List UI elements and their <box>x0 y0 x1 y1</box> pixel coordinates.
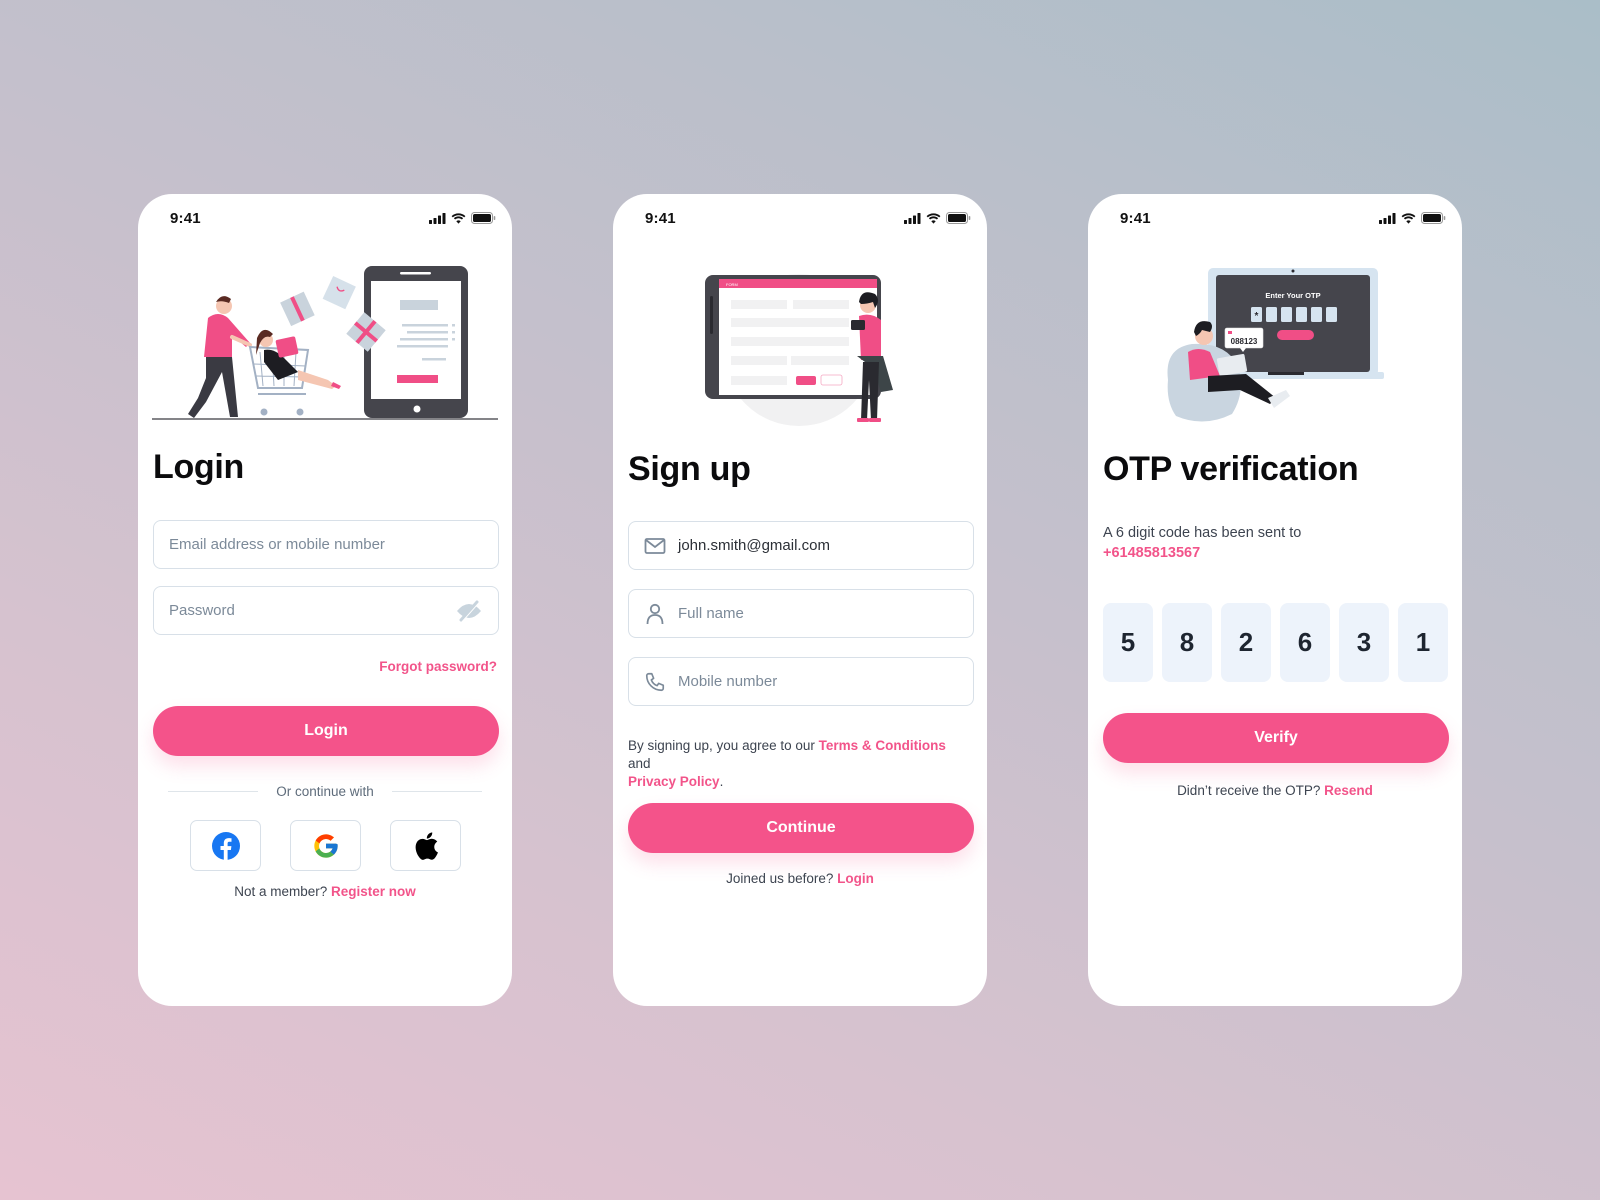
wifi-icon <box>1401 212 1416 224</box>
otp-screen: 9:41 Enter Your OTP * 088123 OTP verific… <box>1088 194 1462 1006</box>
otp-input-row: 5 8 2 6 3 1 <box>1103 603 1448 682</box>
email-input[interactable]: john.smith@gmail.com <box>628 521 974 570</box>
otp-message-text: A 6 digit code has been sent to <box>1103 525 1302 541</box>
form-tablet-illustration: FORM <box>613 260 987 430</box>
login-prompt-text: Joined us before? <box>726 871 834 886</box>
page-title: OTP verification <box>1103 450 1359 488</box>
otp-phone-number: +61485813567 <box>1103 545 1201 561</box>
register-prompt-text: Not a member? <box>234 884 328 899</box>
battery-icon <box>1421 212 1446 224</box>
status-bar: 9:41 <box>613 208 987 228</box>
divider-line <box>168 791 259 792</box>
battery-icon <box>946 212 971 224</box>
status-bar: 9:41 <box>1088 208 1462 228</box>
mail-icon <box>644 535 666 557</box>
status-bar: 9:41 <box>138 208 512 228</box>
phone-icon <box>644 671 666 693</box>
battery-icon <box>471 212 496 224</box>
wifi-icon <box>451 212 466 224</box>
login-button[interactable]: Login <box>153 706 499 756</box>
facebook-login-button[interactable] <box>190 820 261 871</box>
fullname-placeholder: Full name <box>678 605 744 622</box>
resend-link[interactable]: Resend <box>1324 783 1373 798</box>
social-divider: Or continue with <box>168 784 483 799</box>
terms-suffix: . <box>719 774 724 789</box>
google-icon <box>313 833 338 858</box>
forgot-password-link[interactable]: Forgot password? <box>379 659 497 674</box>
svg-text:*: * <box>1255 311 1259 322</box>
google-login-button[interactable] <box>290 820 361 871</box>
otp-message: A 6 digit code has been sent to +6148581… <box>1103 523 1447 563</box>
eye-off-icon[interactable] <box>455 600 483 622</box>
terms-and: and <box>628 756 651 771</box>
otp-digit-input[interactable]: 8 <box>1162 603 1212 682</box>
otp-digit-input[interactable]: 5 <box>1103 603 1153 682</box>
wifi-icon <box>926 212 941 224</box>
resend-prompt-text: Didn’t receive the OTP? <box>1177 783 1321 798</box>
mobile-input[interactable]: Mobile number <box>628 657 974 706</box>
status-time: 9:41 <box>645 209 676 227</box>
page-title: Login <box>153 448 245 486</box>
page-title: Sign up <box>628 450 751 488</box>
mobile-placeholder: Mobile number <box>678 673 778 690</box>
social-login-row <box>190 820 461 871</box>
facebook-icon <box>211 831 240 860</box>
divider-label: Or continue with <box>276 784 374 799</box>
email-placeholder: Email address or mobile number <box>169 536 385 553</box>
cellular-signal-icon <box>429 212 446 224</box>
illustration-otp-heading: Enter Your OTP <box>1265 291 1320 300</box>
privacy-policy-link[interactable]: Privacy Policy <box>628 774 720 789</box>
login-screen: 9:41 Login Email address or mobile numbe… <box>138 194 512 1006</box>
otp-digit-input[interactable]: 1 <box>1398 603 1448 682</box>
register-prompt: Not a member? Register now <box>138 884 512 899</box>
user-icon <box>644 603 666 625</box>
password-input[interactable]: Password <box>153 586 499 635</box>
status-time: 9:41 <box>170 209 201 227</box>
continue-button[interactable]: Continue <box>628 803 974 853</box>
illustration-otp-code: 088123 <box>1231 337 1258 346</box>
login-prompt: Joined us before? Login <box>613 871 987 886</box>
email-value: john.smith@gmail.com <box>678 537 830 554</box>
apple-icon <box>415 831 438 860</box>
terms-prefix: By signing up, you agree to our <box>628 738 815 753</box>
otp-digit-input[interactable]: 3 <box>1339 603 1389 682</box>
resend-prompt: Didn’t receive the OTP? Resend <box>1088 783 1462 798</box>
register-now-link[interactable]: Register now <box>331 884 416 899</box>
login-link[interactable]: Login <box>837 871 874 886</box>
cellular-signal-icon <box>904 212 921 224</box>
otp-digit-input[interactable]: 2 <box>1221 603 1271 682</box>
divider-line <box>391 791 483 792</box>
terms-link[interactable]: Terms & Conditions <box>819 738 946 753</box>
verify-button[interactable]: Verify <box>1103 713 1449 763</box>
password-placeholder: Password <box>169 602 235 619</box>
status-time: 9:41 <box>1120 209 1151 227</box>
terms-notice: By signing up, you agree to our Terms & … <box>628 737 972 791</box>
otp-digit-input[interactable]: 6 <box>1280 603 1330 682</box>
email-input[interactable]: Email address or mobile number <box>153 520 499 569</box>
cellular-signal-icon <box>1379 212 1396 224</box>
illustration-form-header: FORM <box>726 282 738 287</box>
online-shopping-illustration <box>138 260 512 425</box>
otp-laptop-illustration: Enter Your OTP * 088123 <box>1088 260 1462 430</box>
apple-login-button[interactable] <box>390 820 461 871</box>
signup-screen: 9:41 FORM Sign up john.smith@gmail.com F… <box>613 194 987 1006</box>
fullname-input[interactable]: Full name <box>628 589 974 638</box>
